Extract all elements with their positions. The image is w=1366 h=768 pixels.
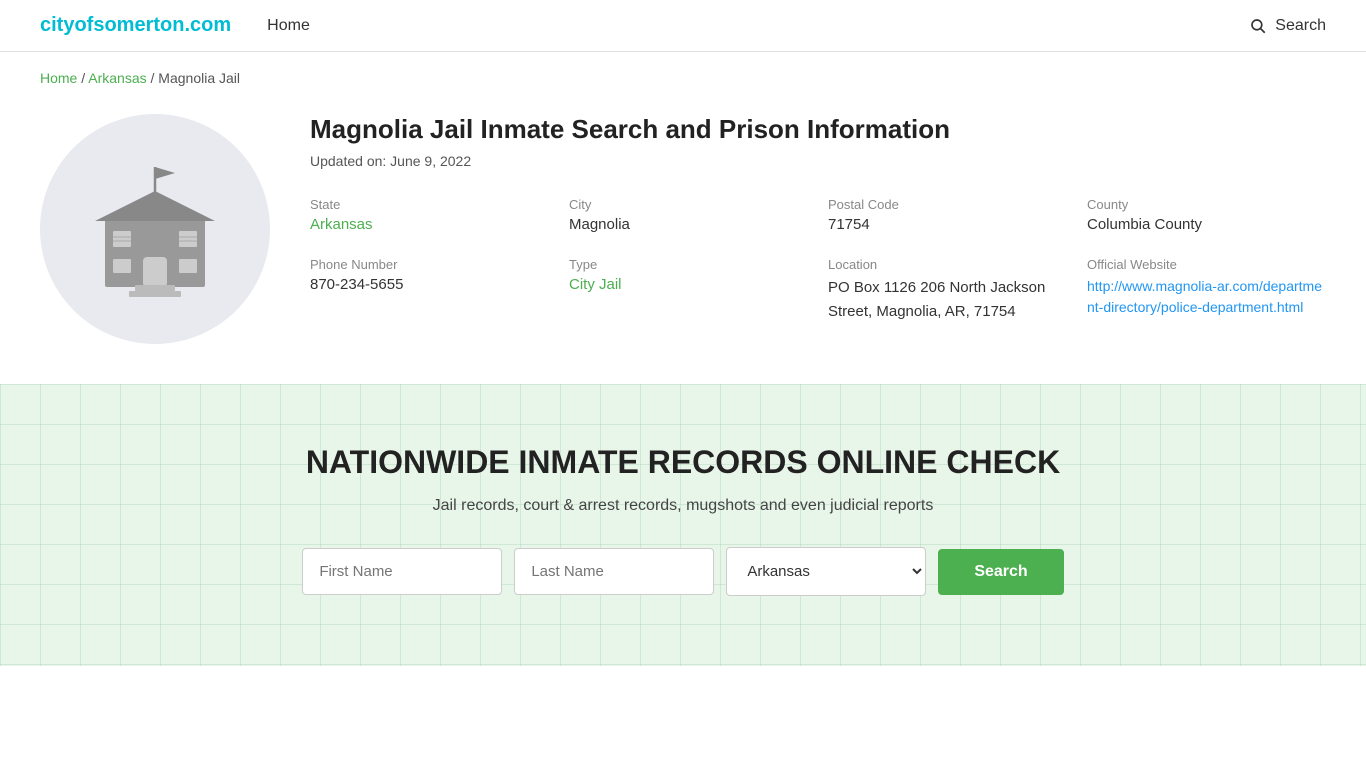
- city-cell: City Magnolia: [569, 197, 808, 233]
- postal-value: 71754: [828, 216, 1067, 233]
- first-name-input[interactable]: [302, 548, 502, 595]
- county-cell: County Columbia County: [1087, 197, 1326, 233]
- location-value: PO Box 1126 206 North Jackson Street, Ma…: [828, 276, 1067, 324]
- info-section: Magnolia Jail Inmate Search and Prison I…: [310, 114, 1326, 324]
- type-label: Type: [569, 257, 808, 272]
- website-value[interactable]: http://www.magnolia-ar.com/department-di…: [1087, 276, 1326, 318]
- location-label: Location: [828, 257, 1067, 272]
- header: cityofsomerton.com Home Search: [0, 0, 1366, 52]
- type-value[interactable]: City Jail: [569, 276, 808, 293]
- breadcrumb-current: Magnolia Jail: [158, 70, 240, 86]
- phone-value: 870-234-5655: [310, 276, 549, 293]
- search-form: AlabamaAlaskaArizonaArkansasCaliforniaCo…: [40, 547, 1326, 596]
- header-search-label: Search: [1275, 17, 1326, 35]
- county-value: Columbia County: [1087, 216, 1326, 233]
- state-cell: State Arkansas: [310, 197, 549, 233]
- main-content: Magnolia Jail Inmate Search and Prison I…: [0, 104, 1366, 384]
- phone-label: Phone Number: [310, 257, 549, 272]
- state-value[interactable]: Arkansas: [310, 216, 549, 233]
- search-icon: [1249, 17, 1267, 35]
- breadcrumb: Home / Arkansas / Magnolia Jail: [0, 52, 1366, 104]
- website-cell: Official Website http://www.magnolia-ar.…: [1087, 257, 1326, 324]
- postal-label: Postal Code: [828, 197, 1067, 212]
- phone-cell: Phone Number 870-234-5655: [310, 257, 549, 324]
- website-label: Official Website: [1087, 257, 1326, 272]
- county-label: County: [1087, 197, 1326, 212]
- city-label: City: [569, 197, 808, 212]
- search-subtext: Jail records, court & arrest records, mu…: [40, 497, 1326, 515]
- search-heading: NATIONWIDE INMATE RECORDS ONLINE CHECK: [40, 444, 1326, 481]
- jail-icon-container: [40, 114, 270, 344]
- jail-title: Magnolia Jail Inmate Search and Prison I…: [310, 114, 1326, 145]
- type-cell: Type City Jail: [569, 257, 808, 324]
- info-grid: State Arkansas City Magnolia Postal Code…: [310, 197, 1326, 324]
- location-cell: Location PO Box 1126 206 North Jackson S…: [828, 257, 1067, 324]
- site-logo[interactable]: cityofsomerton.com: [40, 14, 231, 37]
- breadcrumb-home[interactable]: Home: [40, 70, 77, 86]
- header-search-button[interactable]: Search: [1249, 17, 1326, 35]
- breadcrumb-state[interactable]: Arkansas: [88, 70, 146, 86]
- state-label: State: [310, 197, 549, 212]
- jail-updated: Updated on: June 9, 2022: [310, 153, 1326, 169]
- city-value: Magnolia: [569, 216, 808, 233]
- jail-building-icon: [75, 159, 235, 299]
- postal-cell: Postal Code 71754: [828, 197, 1067, 233]
- state-select[interactable]: AlabamaAlaskaArizonaArkansasCaliforniaCo…: [726, 547, 926, 596]
- header-left: cityofsomerton.com Home: [40, 14, 310, 37]
- search-section: NATIONWIDE INMATE RECORDS ONLINE CHECK J…: [0, 384, 1366, 666]
- search-button[interactable]: Search: [938, 549, 1063, 595]
- last-name-input[interactable]: [514, 548, 714, 595]
- nav-home-link[interactable]: Home: [267, 17, 310, 35]
